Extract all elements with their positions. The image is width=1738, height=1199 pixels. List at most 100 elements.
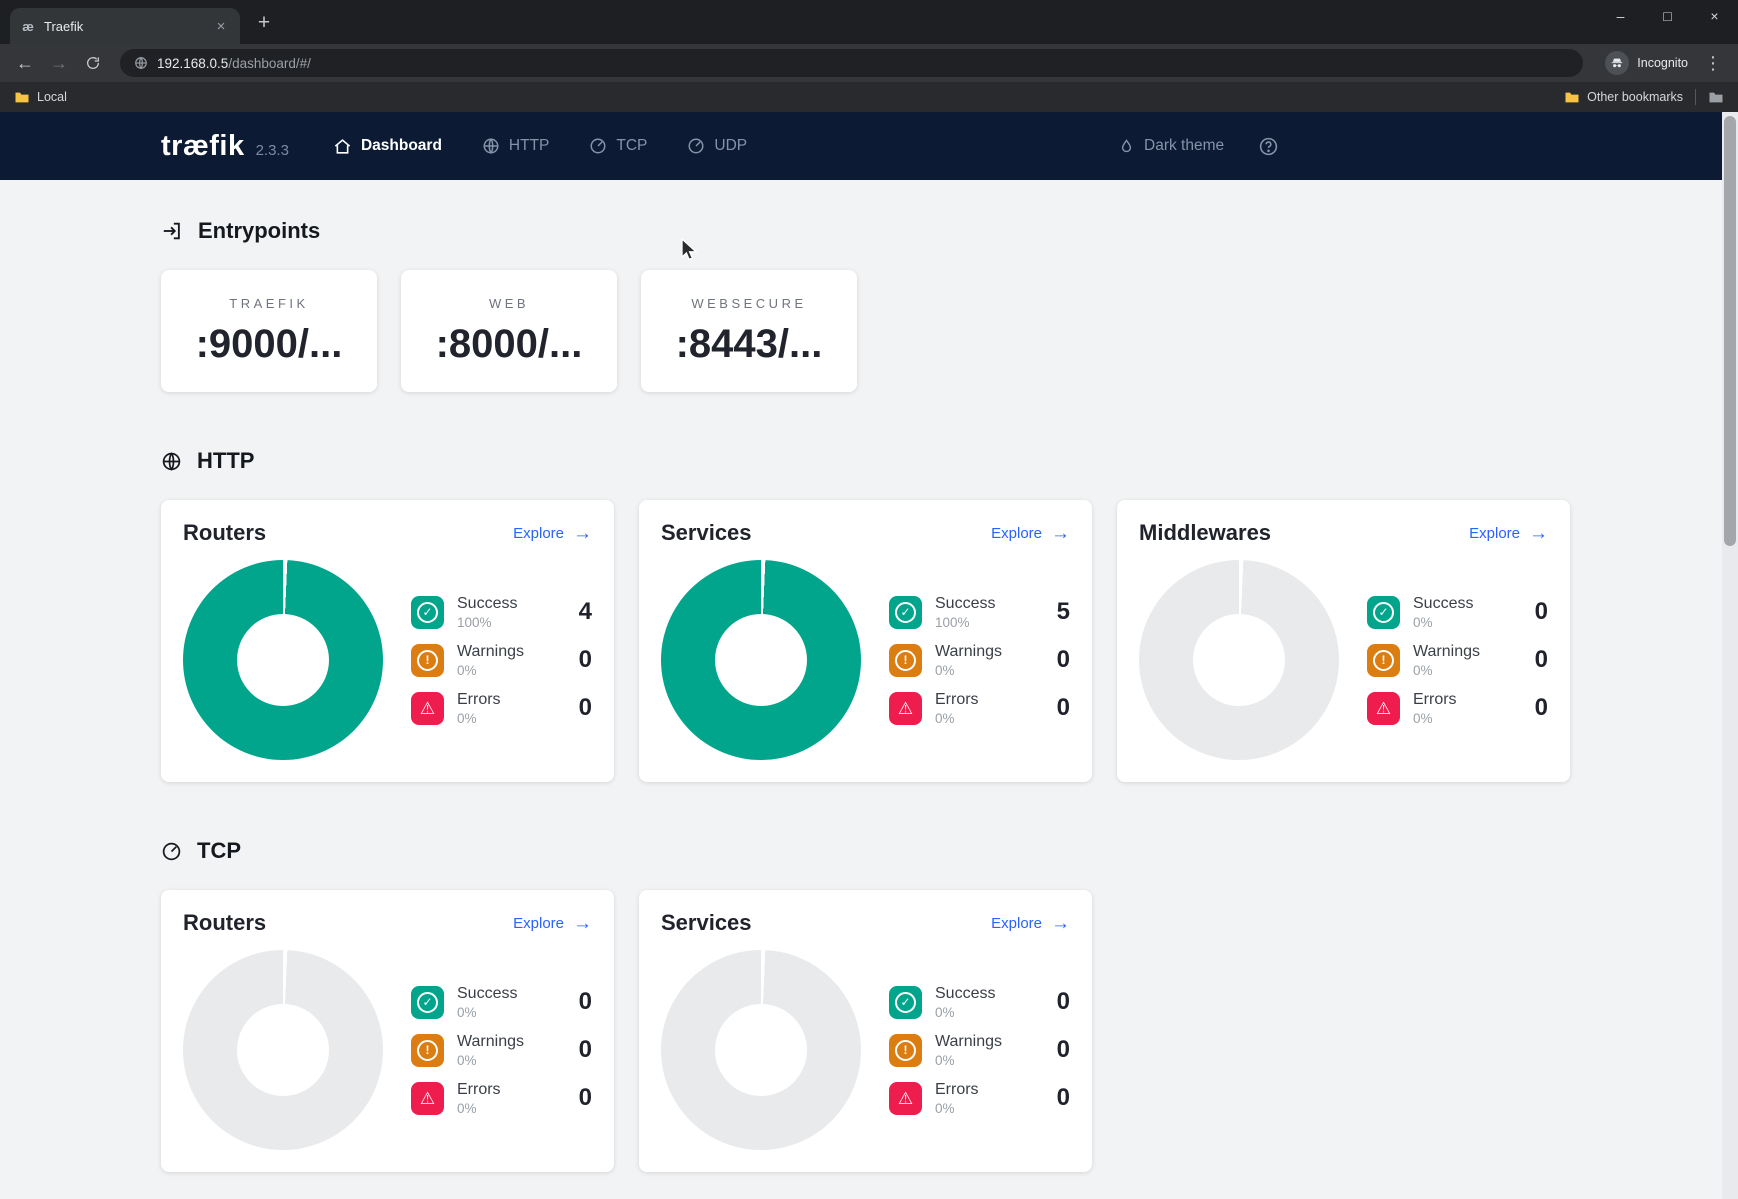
tcp-services-donut-chart bbox=[661, 950, 861, 1150]
tcp-cards: Routers Explore → ✓ Success0% bbox=[161, 890, 1698, 1172]
theme-label: Dark theme bbox=[1144, 137, 1224, 155]
stat-value: 0 bbox=[579, 1036, 592, 1064]
http-section: HTTP Routers Explore → bbox=[161, 448, 1698, 782]
warning-icon: ! bbox=[889, 644, 922, 677]
side-panel-folder-icon[interactable] bbox=[1708, 91, 1724, 104]
nav-tcp[interactable]: TCP bbox=[589, 137, 647, 155]
explore-tcp-routers-link[interactable]: Explore → bbox=[513, 914, 592, 933]
tcp-services-card: Services Explore → ✓ Success0 bbox=[639, 890, 1092, 1172]
explore-routers-link[interactable]: Explore → bbox=[513, 524, 592, 543]
stat-percent: 0% bbox=[457, 711, 501, 726]
stat-warnings: ! Warnings0% 0 bbox=[889, 1033, 1070, 1068]
folder-icon bbox=[1564, 91, 1580, 104]
traefik-logo: træfik bbox=[161, 130, 245, 163]
stat-label: Errors bbox=[935, 691, 979, 709]
explore-services-link[interactable]: Explore → bbox=[991, 524, 1070, 543]
stat-errors: ⚠ Errors0% 0 bbox=[411, 1081, 592, 1116]
stat-value: 0 bbox=[1057, 694, 1070, 722]
stat-label: Errors bbox=[457, 691, 501, 709]
address-bar[interactable]: 192.168.0.5/dashboard/#/ bbox=[120, 49, 1583, 77]
section-title: HTTP bbox=[197, 448, 254, 474]
stat-percent: 0% bbox=[935, 1053, 1002, 1068]
help-button[interactable] bbox=[1258, 136, 1279, 157]
back-button[interactable]: ← bbox=[10, 48, 40, 78]
stat-percent: 0% bbox=[935, 663, 1002, 678]
explore-middlewares-link[interactable]: Explore → bbox=[1469, 524, 1548, 543]
stat-label: Errors bbox=[1413, 691, 1457, 709]
stat-label: Warnings bbox=[457, 643, 524, 661]
nav-udp[interactable]: UDP bbox=[687, 137, 747, 155]
nav-http[interactable]: HTTP bbox=[482, 137, 549, 155]
stat-value: 0 bbox=[1057, 1036, 1070, 1064]
other-bookmarks-button[interactable]: Other bookmarks bbox=[1564, 90, 1683, 104]
stat-value: 0 bbox=[1535, 646, 1548, 674]
stat-errors: ⚠ Errors0% 0 bbox=[411, 691, 592, 726]
entrypoint-card-websecure: WEBSECURE :8443/... bbox=[641, 270, 857, 392]
stat-label: Warnings bbox=[935, 1033, 1002, 1051]
stat-label: Warnings bbox=[457, 1033, 524, 1051]
home-icon bbox=[333, 137, 352, 156]
success-icon: ✓ bbox=[411, 596, 444, 629]
forward-button[interactable]: → bbox=[44, 48, 74, 78]
http-middlewares-card: Middlewares Explore → ✓ Succe bbox=[1117, 500, 1570, 782]
triangle-icon: ⚠ bbox=[898, 1090, 913, 1107]
stat-value: 0 bbox=[1535, 694, 1548, 722]
explore-label: Explore bbox=[991, 915, 1042, 932]
http-cards: Routers Explore → ✓ Success10 bbox=[161, 500, 1698, 782]
explore-label: Explore bbox=[1469, 525, 1520, 542]
new-tab-button[interactable]: + bbox=[250, 9, 278, 37]
reload-button[interactable] bbox=[78, 48, 108, 78]
arrow-right-icon: → bbox=[573, 914, 592, 933]
success-icon: ✓ bbox=[889, 596, 922, 629]
stat-value: 0 bbox=[1535, 598, 1548, 626]
window-controls: – □ × bbox=[1597, 0, 1738, 32]
entrypoint-name: TRAEFIK bbox=[229, 296, 308, 311]
maximize-button[interactable]: □ bbox=[1644, 0, 1691, 32]
tcp-section: TCP Routers Explore → bbox=[161, 838, 1698, 1172]
stat-warnings: ! Warnings0% 0 bbox=[889, 643, 1070, 678]
stat-warnings: ! Warnings0% 0 bbox=[1367, 643, 1548, 678]
warning-icon: ! bbox=[1367, 644, 1400, 677]
http-services-card: Services Explore → ✓ Success1 bbox=[639, 500, 1092, 782]
entrypoint-card-web: WEB :8000/... bbox=[401, 270, 617, 392]
warning-icon: ! bbox=[411, 1034, 444, 1067]
gauge-icon bbox=[687, 137, 705, 155]
close-window-button[interactable]: × bbox=[1691, 0, 1738, 32]
error-icon: ⚠ bbox=[889, 692, 922, 725]
droplet-icon bbox=[1118, 138, 1135, 155]
stat-value: 0 bbox=[579, 1084, 592, 1112]
stat-value: 4 bbox=[579, 598, 592, 626]
error-icon: ⚠ bbox=[411, 1082, 444, 1115]
check-icon: ✓ bbox=[1373, 602, 1394, 623]
nav-label: UDP bbox=[714, 137, 747, 155]
url-host: 192.168.0.5 bbox=[157, 56, 228, 71]
tcp-heading: TCP bbox=[161, 838, 1698, 864]
exclaim-icon: ! bbox=[417, 1040, 438, 1061]
browser-menu-button[interactable]: ⋮ bbox=[1698, 48, 1728, 78]
stat-percent: 0% bbox=[1413, 711, 1457, 726]
entrypoint-port: :8000/... bbox=[436, 322, 583, 367]
tab-close-icon[interactable]: × bbox=[212, 17, 230, 35]
scrollbar-track[interactable] bbox=[1722, 112, 1738, 1199]
folder-icon bbox=[14, 91, 30, 104]
check-icon: ✓ bbox=[895, 992, 916, 1013]
stat-value: 5 bbox=[1057, 598, 1070, 626]
triangle-icon: ⚠ bbox=[420, 700, 435, 717]
stat-percent: 0% bbox=[457, 1101, 501, 1116]
bookmark-folder-local[interactable]: Local bbox=[14, 90, 67, 104]
nav-dashboard[interactable]: Dashboard bbox=[333, 137, 442, 156]
tab-strip: æ Traefik × + – □ × bbox=[0, 0, 1738, 44]
dark-theme-toggle[interactable]: Dark theme bbox=[1118, 137, 1224, 155]
scrollbar-thumb[interactable] bbox=[1724, 116, 1736, 546]
minimize-button[interactable]: – bbox=[1597, 0, 1644, 32]
browser-tab[interactable]: æ Traefik × bbox=[10, 8, 240, 44]
url-text: 192.168.0.5/dashboard/#/ bbox=[157, 56, 311, 71]
site-info-globe-icon[interactable] bbox=[134, 56, 148, 70]
explore-tcp-services-link[interactable]: Explore → bbox=[991, 914, 1070, 933]
globe-icon bbox=[482, 137, 500, 155]
header-right-group: Dark theme bbox=[1118, 112, 1279, 180]
browser-toolbar: ← → 192.168.0.5/dashboard/#/ Incognito ⋮ bbox=[0, 44, 1738, 82]
success-icon: ✓ bbox=[889, 986, 922, 1019]
card-title: Routers bbox=[183, 910, 266, 936]
http-routers-donut-chart bbox=[183, 560, 383, 760]
